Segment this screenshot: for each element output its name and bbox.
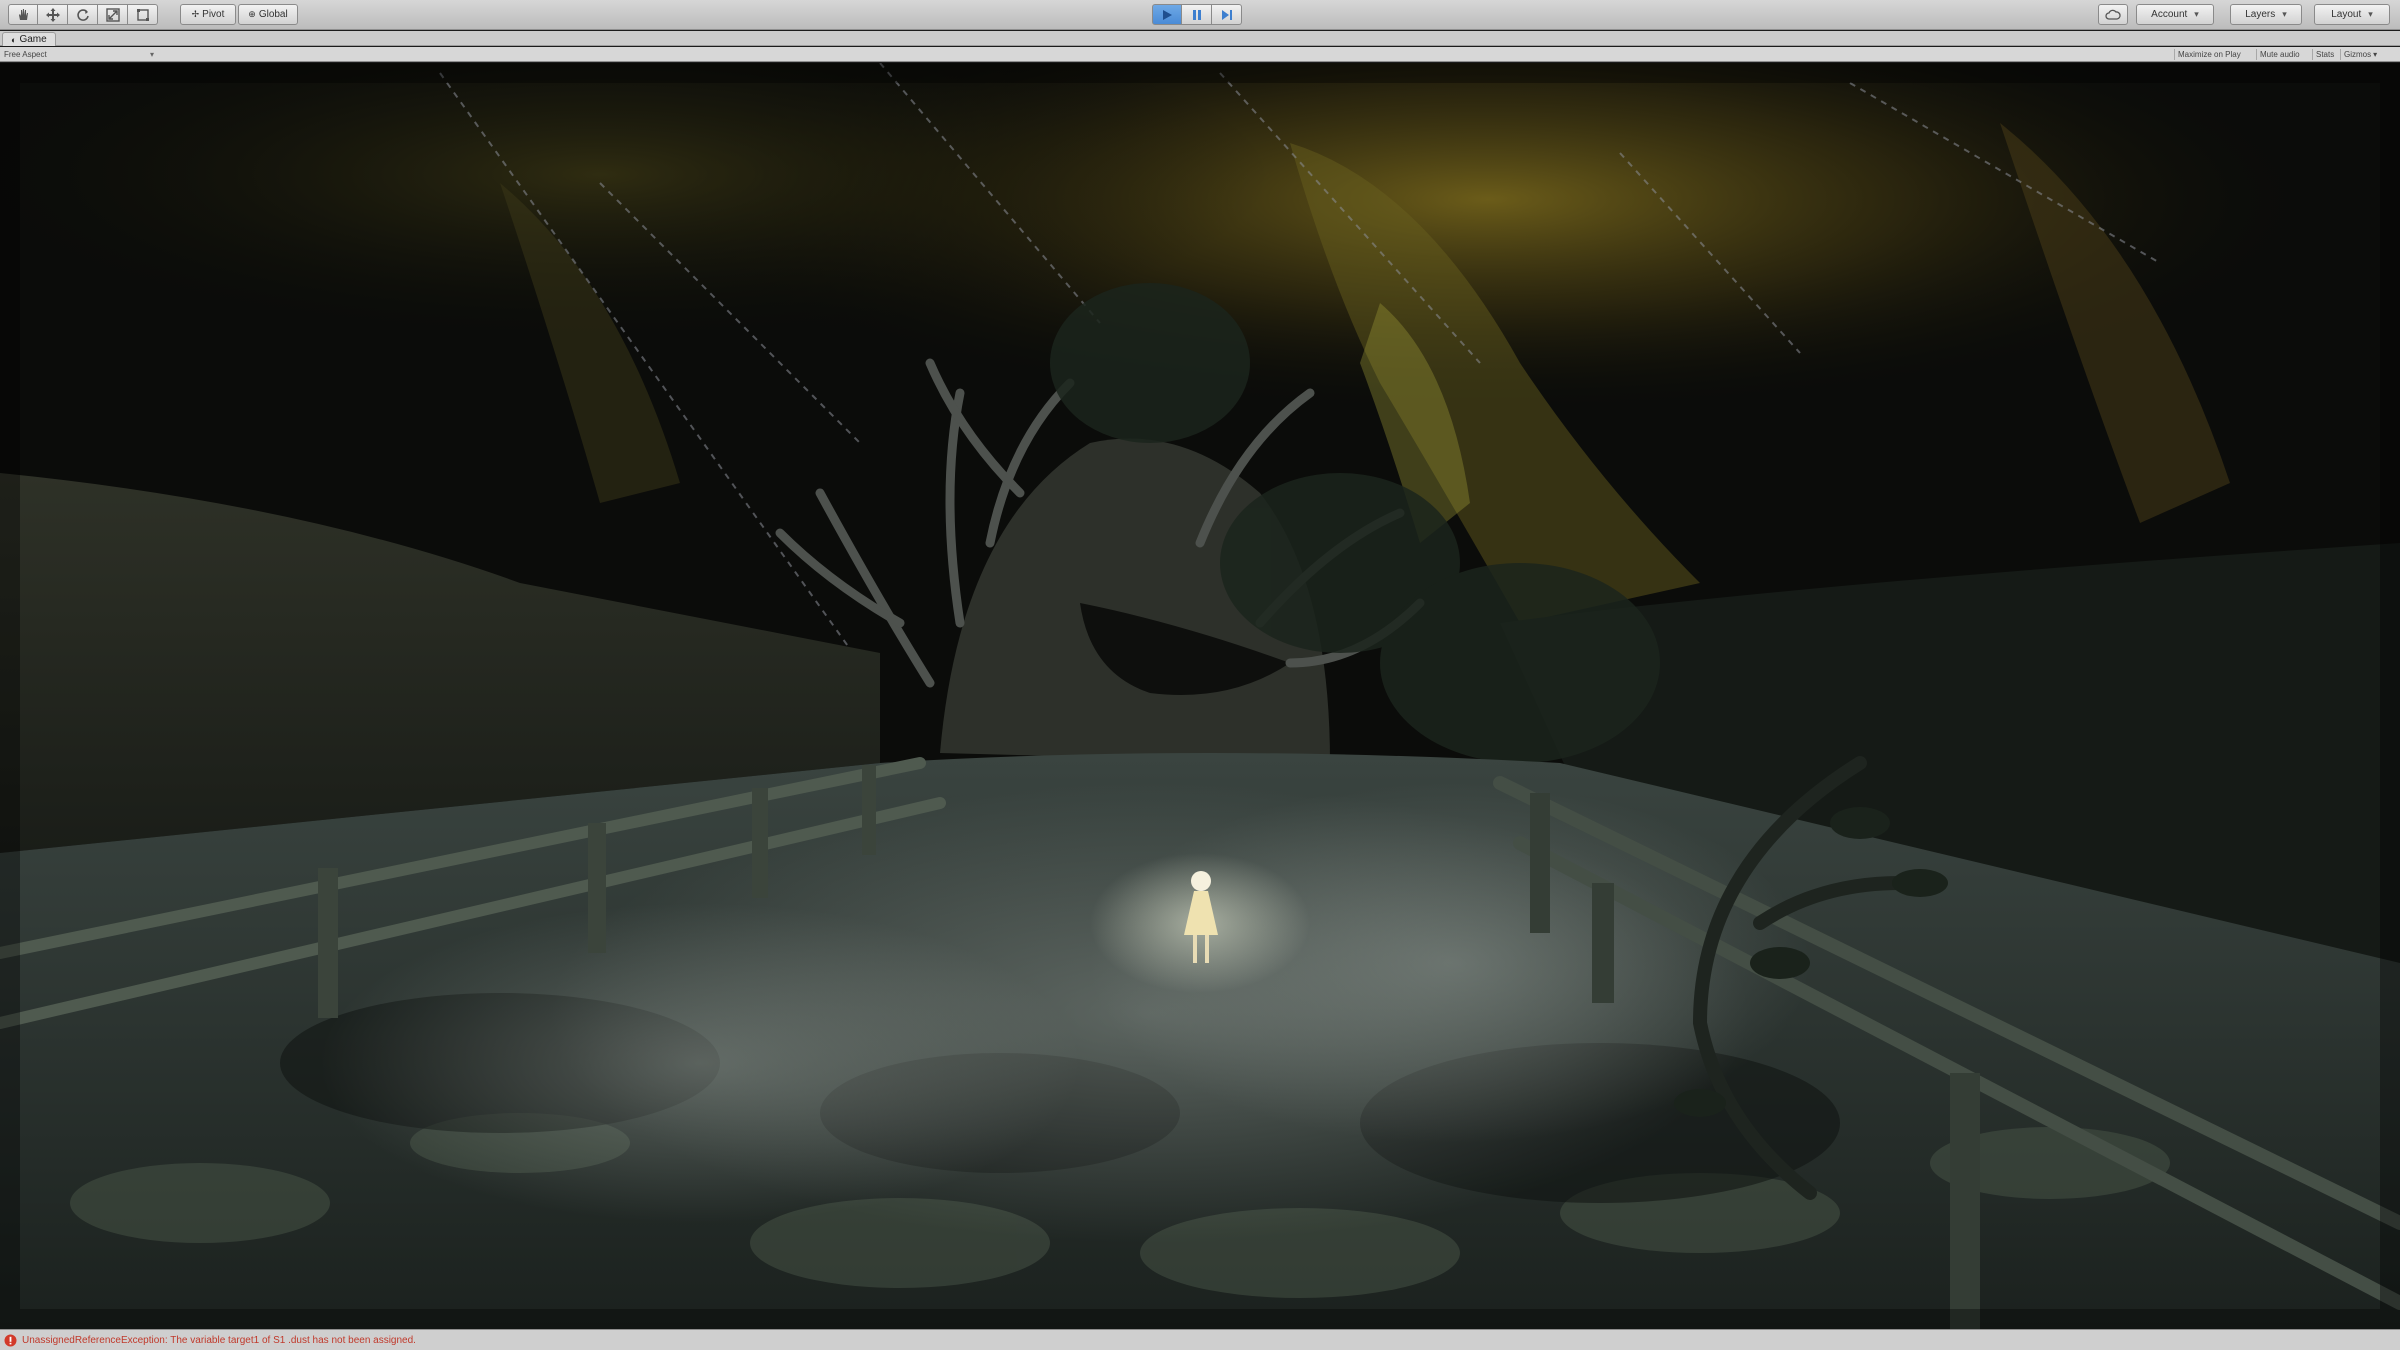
unity-editor-window: ✢ Pivot ⊕ Global Account Layers <box>0 0 2400 1350</box>
game-view-controls: Free Aspect Maximize on Play Mute audio … <box>0 47 2400 62</box>
gizmos-dropdown[interactable]: Gizmos ▾ <box>2340 49 2380 60</box>
space-toggle-button[interactable]: ⊕ Global <box>238 4 298 25</box>
pivot-label: Pivot <box>202 9 225 20</box>
tab-strip: ◐ Game <box>0 31 2400 46</box>
pause-button[interactable] <box>1182 4 1212 25</box>
rect-icon <box>136 8 149 21</box>
stats-label: Stats <box>2316 50 2335 59</box>
chevron-down-icon: ▾ <box>2373 50 2378 59</box>
game-view-icon: ◐ <box>11 34 17 45</box>
play-icon <box>1163 9 1172 20</box>
space-label: Global <box>258 9 288 20</box>
cloud-icon <box>2105 9 2121 20</box>
pivot-icon: ✢ <box>191 9 200 19</box>
aspect-label: Free Aspect <box>4 50 47 59</box>
game-viewport[interactable] <box>0 63 2400 1329</box>
rect-tool-button[interactable] <box>128 4 158 25</box>
hand-icon <box>19 8 28 20</box>
stats-toggle[interactable]: Stats <box>2312 49 2337 60</box>
maximize-on-play-toggle[interactable]: Maximize on Play <box>2174 49 2244 60</box>
layout-dropdown[interactable]: Layout <box>2314 4 2390 25</box>
mute-audio-toggle[interactable]: Mute audio <box>2256 49 2303 60</box>
pause-icon <box>1192 9 1201 20</box>
step-button[interactable] <box>1212 4 1242 25</box>
layers-label: Layers <box>2245 9 2276 20</box>
layers-dropdown[interactable]: Layers <box>2230 4 2302 25</box>
mute-label: Mute audio <box>2260 50 2300 59</box>
console-error-message: UnassignedReferenceException: The variab… <box>22 1334 416 1346</box>
account-dropdown[interactable]: Account <box>2136 4 2214 25</box>
scale-tool-button[interactable] <box>98 4 128 25</box>
move-tool-button[interactable] <box>38 4 68 25</box>
step-icon <box>1221 9 1232 20</box>
aspect-ratio-dropdown[interactable]: Free Aspect <box>4 49 154 60</box>
hand-tool-button[interactable] <box>8 4 38 25</box>
maximize-label: Maximize on Play <box>2178 50 2241 59</box>
play-controls <box>1152 4 1242 25</box>
main-toolbar: ✢ Pivot ⊕ Global Account Layers <box>0 0 2400 30</box>
rotate-tool-button[interactable] <box>68 4 98 25</box>
tab-game[interactable]: ◐ Game <box>2 32 56 46</box>
game-scene-render <box>0 63 2400 1329</box>
rotate-icon <box>76 8 89 21</box>
cloud-button[interactable] <box>2098 4 2128 25</box>
error-icon <box>4 1334 17 1346</box>
layout-label: Layout <box>2331 9 2362 20</box>
globe-icon: ⊕ <box>248 9 256 19</box>
game-tab-label: Game <box>19 34 47 45</box>
scale-icon <box>105 7 120 22</box>
move-icon <box>45 7 60 22</box>
account-label: Account <box>2151 9 2188 20</box>
play-button[interactable] <box>1152 4 1182 25</box>
transform-tools <box>8 4 158 25</box>
pivot-toggle-button[interactable]: ✢ Pivot <box>180 4 236 25</box>
gizmos-label: Gizmos <box>2344 50 2372 59</box>
console-status-bar[interactable]: UnassignedReferenceException: The variab… <box>0 1329 2400 1350</box>
